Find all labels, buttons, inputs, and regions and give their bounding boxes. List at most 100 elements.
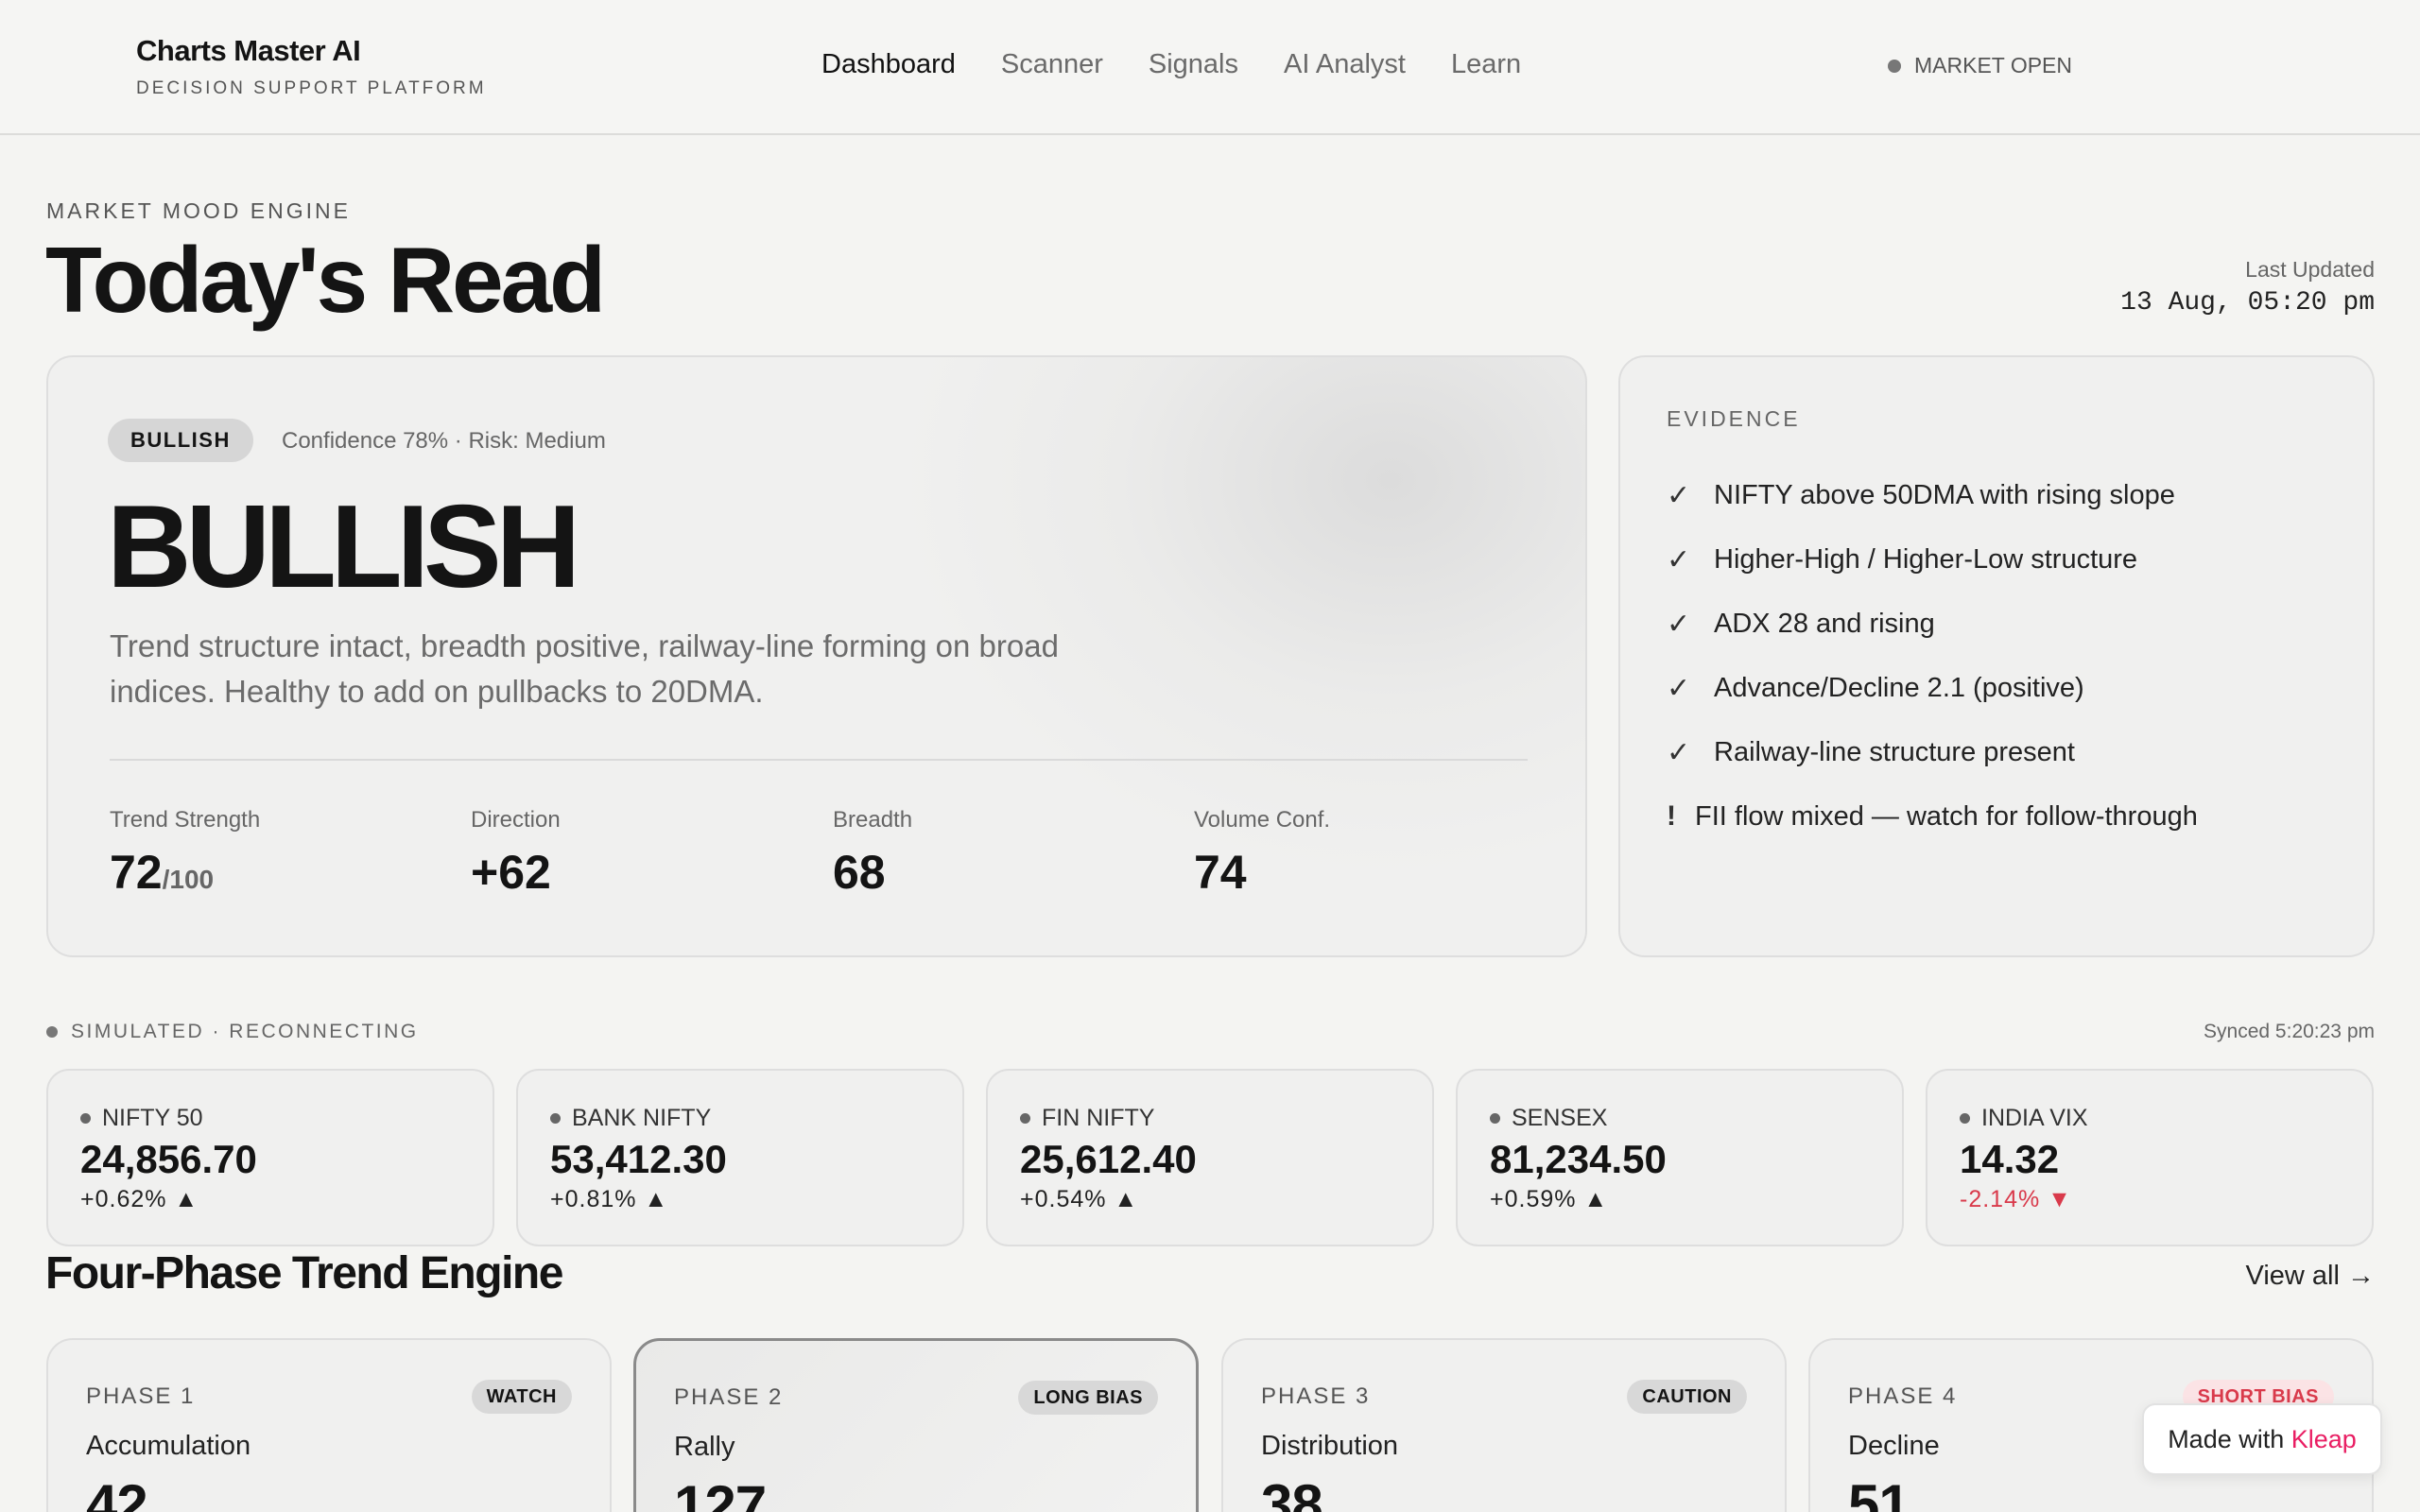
- feed-status: SIMULATED · RECONNECTING: [46, 1021, 419, 1043]
- evidence-item: ✓ Advance/Decline 2.1 (positive): [1667, 672, 2084, 704]
- evidence-item: ✓ NIFTY above 50DMA with rising slope: [1667, 479, 2175, 511]
- metric-value: 72/100: [110, 846, 215, 899]
- section-eyebrow: MARKET MOOD ENGINE: [46, 198, 351, 223]
- evidence-item: ✓ Railway-line structure present: [1667, 736, 2075, 768]
- feed-status-label: SIMULATED · RECONNECTING: [71, 1021, 419, 1042]
- view-all-link[interactable]: View all →: [2246, 1261, 2375, 1292]
- check-icon: ✓: [1667, 608, 1691, 640]
- mood-headline: BULLISH: [107, 482, 580, 612]
- evidence-title: EVIDENCE: [1667, 406, 1801, 431]
- top-header: Charts Master AI DECISION SUPPORT PLATFO…: [0, 0, 2420, 135]
- main-nav: Dashboard Scanner Signals AI Analyst Lea…: [821, 49, 1521, 80]
- metric-volume-conf: Volume Conf. 74: [1194, 807, 1330, 900]
- metric-value: +62: [471, 846, 551, 899]
- metric-label: Volume Conf.: [1194, 807, 1331, 833]
- divider: [110, 759, 1528, 761]
- nav-ai-analyst[interactable]: AI Analyst: [1284, 49, 1406, 80]
- brand-title[interactable]: Charts Master AI: [136, 34, 361, 68]
- nav-scanner[interactable]: Scanner: [1001, 49, 1103, 80]
- status-dot-icon: [46, 1026, 58, 1038]
- ticker-card-india-vix[interactable]: INDIA VIX 14.32 -2.14% ▼: [1926, 1069, 2374, 1246]
- warning-icon: !: [1667, 800, 1676, 832]
- check-icon: ✓: [1667, 672, 1691, 704]
- phase-badge: WATCH: [471, 1380, 572, 1414]
- evidence-list: ✓ NIFTY above 50DMA with rising slope ✓ …: [1667, 463, 2198, 849]
- phase-badge: LONG BIAS: [1018, 1381, 1158, 1415]
- mood-pill: BULLISH: [108, 419, 253, 462]
- metric-trend-strength: Trend Strength 72/100: [110, 807, 260, 900]
- status-dot-icon: [1888, 59, 1901, 73]
- market-mood-card: BULLISH Confidence 78% · Risk: Medium BU…: [46, 355, 1587, 957]
- check-icon: ✓: [1667, 479, 1691, 511]
- nav-signals[interactable]: Signals: [1149, 49, 1238, 80]
- phase-label: PHASE 3: [1261, 1383, 1371, 1409]
- evidence-card: EVIDENCE ✓ NIFTY above 50DMA with rising…: [1618, 355, 2375, 957]
- ticker-name: BANK NIFTY: [550, 1105, 711, 1132]
- ticker-card-fin-nifty[interactable]: FIN NIFTY 25,612.40 +0.54% ▲: [986, 1069, 1434, 1246]
- nav-dashboard[interactable]: Dashboard: [821, 49, 956, 80]
- ticker-dot-icon: [80, 1113, 91, 1124]
- phase-label: PHASE 4: [1848, 1383, 1958, 1409]
- metric-label: Trend Strength: [110, 807, 261, 833]
- ticker-name: SENSEX: [1490, 1105, 1607, 1132]
- ticker-value: 24,856.70: [80, 1137, 257, 1181]
- metric-label: Direction: [471, 807, 561, 833]
- ticker-dot-icon: [1020, 1113, 1030, 1124]
- last-updated-value: 13 Aug, 05:20 pm: [2120, 288, 2375, 318]
- metric-breadth: Breadth 68: [833, 807, 912, 900]
- ticker-name: FIN NIFTY: [1020, 1105, 1154, 1132]
- phase-count: 38: [1261, 1473, 1323, 1512]
- mood-meta: Confidence 78% · Risk: Medium: [282, 428, 606, 454]
- ticker-change: +0.54% ▲: [1020, 1186, 1139, 1212]
- market-status: MARKET OPEN: [1888, 53, 2072, 78]
- phase-name: Distribution: [1261, 1431, 1399, 1461]
- ticker-dot-icon: [1960, 1113, 1970, 1124]
- phase-label: PHASE 1: [86, 1383, 196, 1409]
- page-title: Today's Read: [45, 228, 606, 332]
- phase-card-3[interactable]: PHASE 3 CAUTION Distribution 38: [1221, 1338, 1787, 1512]
- ticker-name: INDIA VIX: [1960, 1105, 2088, 1132]
- phase-label: PHASE 2: [674, 1384, 784, 1410]
- ticker-value: 14.32: [1960, 1137, 2060, 1181]
- brand-subtitle: DECISION SUPPORT PLATFORM: [136, 78, 487, 98]
- evidence-item-warning: ! FII flow mixed — watch for follow-thro…: [1667, 800, 2198, 832]
- made-with-badge[interactable]: Made with Kleap: [2142, 1403, 2382, 1475]
- phase-count: 51: [1848, 1473, 1910, 1512]
- metric-value: 74: [1194, 846, 1247, 899]
- ticker-change: +0.59% ▲: [1490, 1186, 1609, 1212]
- evidence-item: ✓ ADX 28 and rising: [1667, 608, 1935, 640]
- ticker-card-sensex[interactable]: SENSEX 81,234.50 +0.59% ▲: [1456, 1069, 1904, 1246]
- metric-direction: Direction +62: [471, 807, 561, 900]
- ticker-value: 53,412.30: [550, 1137, 727, 1181]
- phase-name: Decline: [1848, 1431, 1940, 1461]
- ticker-card-bank-nifty[interactable]: BANK NIFTY 53,412.30 +0.81% ▲: [516, 1069, 964, 1246]
- synced-timestamp: Synced 5:20:23 pm: [2204, 1021, 2375, 1042]
- ticker-change: -2.14% ▼: [1960, 1186, 2072, 1212]
- nav-learn[interactable]: Learn: [1451, 49, 1521, 80]
- phase-badge: CAUTION: [1627, 1380, 1747, 1414]
- phase-name: Rally: [674, 1432, 735, 1462]
- ticker-name: NIFTY 50: [80, 1105, 203, 1132]
- check-icon: ✓: [1667, 543, 1691, 576]
- metric-label: Breadth: [833, 807, 913, 833]
- metric-value: 68: [833, 846, 886, 899]
- phase-count: 42: [86, 1473, 148, 1512]
- phase-section-title: Four-Phase Trend Engine: [45, 1248, 563, 1298]
- market-status-label: MARKET OPEN: [1914, 53, 2072, 77]
- phase-card-2[interactable]: PHASE 2 LONG BIAS Rally 127: [633, 1338, 1199, 1512]
- phase-name: Accumulation: [86, 1431, 251, 1461]
- ticker-card-nifty-50[interactable]: NIFTY 50 24,856.70 +0.62% ▲: [46, 1069, 494, 1246]
- made-with-brand: Kleap: [2290, 1425, 2357, 1453]
- ticker-dot-icon: [1490, 1113, 1500, 1124]
- ticker-value: 81,234.50: [1490, 1137, 1667, 1181]
- phase-card-1[interactable]: PHASE 1 WATCH Accumulation 42: [46, 1338, 612, 1512]
- ticker-value: 25,612.40: [1020, 1137, 1197, 1181]
- last-updated-label: Last Updated: [2245, 257, 2375, 282]
- check-icon: ✓: [1667, 736, 1691, 768]
- phase-count: 127: [674, 1474, 767, 1512]
- ticker-change: +0.62% ▲: [80, 1186, 199, 1212]
- ticker-change: +0.81% ▲: [550, 1186, 669, 1212]
- ticker-dot-icon: [550, 1113, 561, 1124]
- evidence-item: ✓ Higher-High / Higher-Low structure: [1667, 543, 2138, 576]
- mood-description: Trend structure intact, breadth positive…: [110, 628, 1059, 709]
